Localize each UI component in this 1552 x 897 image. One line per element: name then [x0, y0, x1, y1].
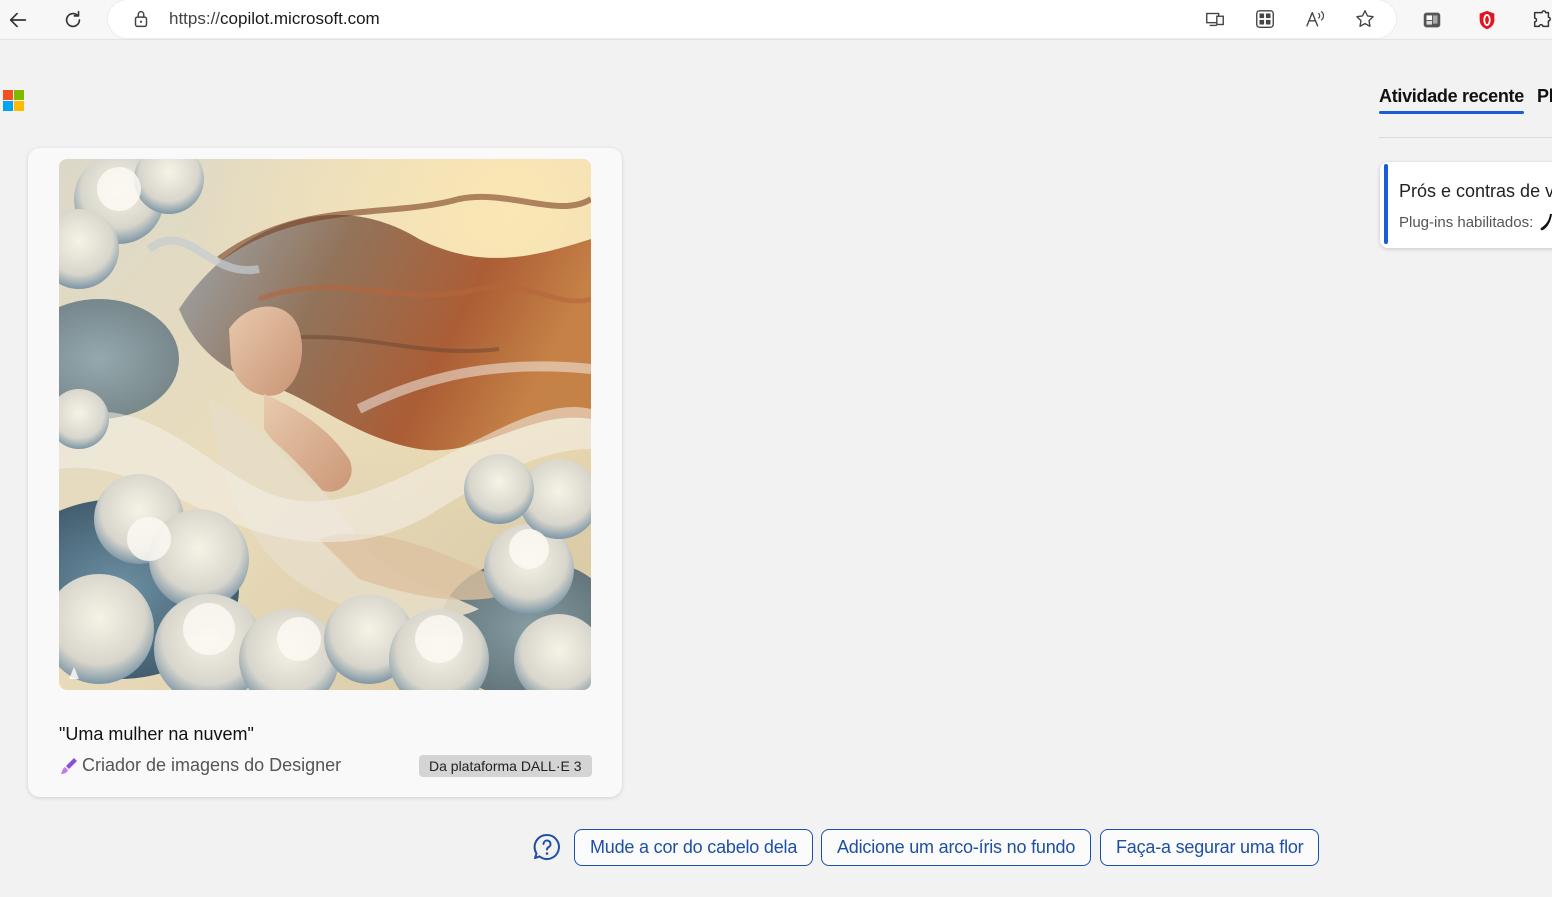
suggestion-chip-label: Faça-a segurar uma flor: [1116, 837, 1304, 857]
logo-green-square: [14, 90, 24, 100]
recent-conversation-title: Prós e contras de vi: [1399, 181, 1552, 201]
tabs-divider: [1379, 137, 1552, 138]
url-scheme: https://: [169, 9, 221, 28]
back-icon[interactable]: [3, 5, 33, 35]
read-aloud-icon[interactable]: [1303, 7, 1327, 31]
app-available-icon[interactable]: [1203, 7, 1227, 31]
logo-yellow-square: [14, 101, 24, 111]
question-icon[interactable]: [532, 832, 562, 862]
browser-toolbar: https://copilot.microsoft.com: [0, 0, 1552, 40]
split-screen-icon[interactable]: [1253, 7, 1277, 31]
microsoft-logo[interactable]: [3, 90, 24, 111]
favorite-star-icon[interactable]: [1353, 7, 1377, 31]
recent-conversation-item[interactable]: Prós e contras de vi Plug-ins habilitado…: [1380, 162, 1552, 248]
recent-conversation-plugins: Plug-ins habilitados:: [1399, 214, 1534, 231]
generated-image-card: "Uma mulher na nuvem" Criador de imagens…: [28, 148, 622, 797]
extensions-icon[interactable]: [1527, 5, 1552, 35]
url-text[interactable]: https://copilot.microsoft.com: [169, 9, 380, 29]
address-bar[interactable]: https://copilot.microsoft.com: [108, 0, 1396, 38]
suggestion-chip-flower[interactable]: Faça-a segurar uma flor: [1100, 829, 1320, 866]
lock-icon[interactable]: [130, 8, 152, 30]
logo-red-square: [3, 90, 13, 100]
generated-image[interactable]: [59, 159, 591, 690]
url-host: copilot.microsoft.com: [220, 9, 380, 28]
image-creator[interactable]: Criador de imagens do Designer: [59, 755, 341, 776]
tab-plugins-label: Pl: [1537, 86, 1552, 106]
suggestion-chip-rainbow[interactable]: Adicione um arco-íris no fundo: [821, 829, 1092, 866]
logo-blue-square: [3, 101, 13, 111]
refresh-icon[interactable]: [58, 5, 88, 35]
active-tab-indicator: [1379, 111, 1524, 114]
image-creator-label: Criador de imagens do Designer: [82, 755, 342, 775]
image-caption: "Uma mulher na nuvem": [59, 724, 254, 744]
dalle-badge: Da plataforma DALL·E 3: [419, 755, 592, 777]
tab-plugins[interactable]: Pl: [1537, 86, 1552, 107]
designer-brush-icon: [61, 757, 77, 774]
tab-recent-activity[interactable]: Atividade recente: [1379, 86, 1524, 114]
selected-indicator: [1384, 164, 1388, 244]
workspaces-icon[interactable]: [1417, 5, 1447, 35]
tab-recent-activity-label: Atividade recente: [1379, 86, 1524, 106]
suggestion-chip-label: Adicione um arco-íris no fundo: [837, 837, 1076, 857]
opera-extension-icon[interactable]: [1472, 5, 1502, 35]
plugin-icon: [1540, 214, 1552, 231]
suggestion-chip-label: Mude a cor do cabelo dela: [590, 837, 798, 857]
suggestion-chip-hair-color[interactable]: Mude a cor do cabelo dela: [574, 829, 814, 866]
